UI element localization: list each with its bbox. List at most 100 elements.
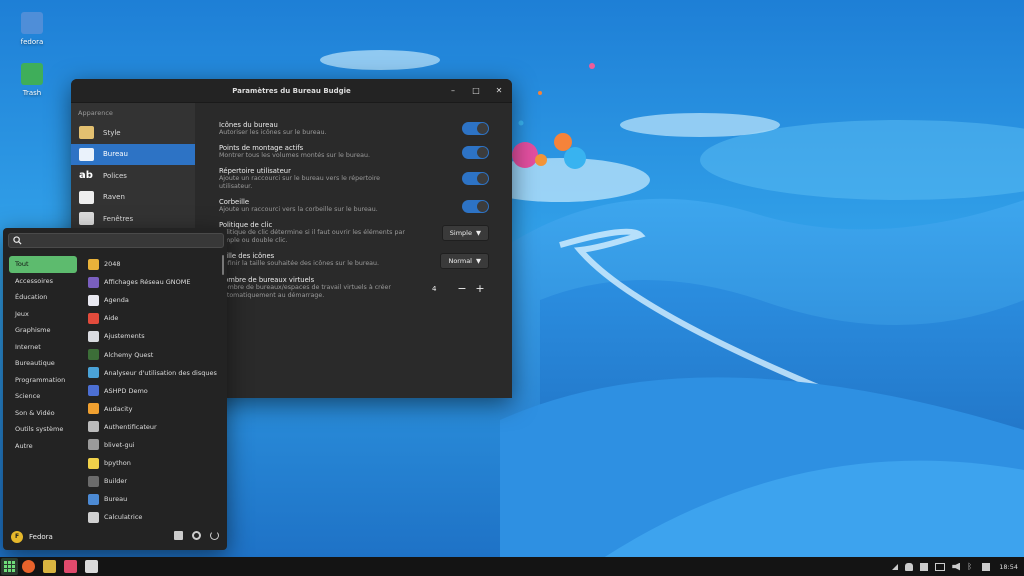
settings-icon[interactable] <box>192 531 201 540</box>
setting-icon-size: Taille des icônes Définir la taille souh… <box>219 252 489 269</box>
scrollbar[interactable] <box>222 255 224 275</box>
app-icon <box>88 294 99 306</box>
maximize-icon[interactable]: □ <box>471 86 481 96</box>
fonts-icon: ab <box>79 170 93 182</box>
home-toggle[interactable] <box>462 172 489 185</box>
app-list: 2048 Affichages Réseau GNOME Agenda Aide Aju… <box>83 255 223 526</box>
app-icon <box>88 475 99 487</box>
app-list-item[interactable]: Analyseur d'utilisation des disques <box>83 364 223 382</box>
setting-desktop-icons: Icônes du bureau Autoriser les icônes su… <box>219 121 489 137</box>
clock[interactable]: 18:54 <box>999 563 1018 571</box>
app-icon <box>88 493 99 505</box>
lock-screen-icon[interactable] <box>920 562 929 571</box>
sidebar-item-bureau[interactable]: Bureau <box>71 143 195 165</box>
minimize-icon[interactable]: – <box>448 86 458 96</box>
spinner-value[interactable]: 4 <box>426 285 453 293</box>
app-label: Alchemy Quest <box>104 350 154 359</box>
app-icon <box>88 457 99 469</box>
launcher-icons <box>22 560 98 573</box>
user-name[interactable]: Fedora <box>29 533 53 541</box>
app-list-item[interactable]: Alchemy Quest <box>83 345 223 363</box>
app-list-item[interactable]: ASHPD Demo <box>83 382 223 400</box>
increment-button[interactable]: + <box>471 282 489 295</box>
desktop-icon-trash[interactable]: Trash <box>2 63 62 97</box>
trash-icon <box>21 63 43 85</box>
app-list-item[interactable]: Aide <box>83 309 223 327</box>
category-item[interactable]: Science <box>9 388 77 405</box>
sidebar-item-label: Bureau <box>103 150 128 159</box>
setting-workspaces: Nombre de bureaux virtuels Nombre de bur… <box>219 276 489 300</box>
search-input[interactable] <box>8 233 224 248</box>
app-list-item[interactable]: Bureau <box>83 490 223 508</box>
sidebar-item-label: Polices <box>103 171 127 180</box>
sidebar-item-style[interactable]: Style <box>71 122 195 144</box>
firefox-icon[interactable] <box>22 560 35 573</box>
app-list-item[interactable]: 2048 <box>83 255 223 273</box>
category-item[interactable]: Bureautique <box>9 355 77 372</box>
software-icon[interactable] <box>64 560 77 573</box>
sidebar-item-label: Raven <box>103 193 125 202</box>
app-label: Aide <box>104 314 119 323</box>
files-icon[interactable] <box>43 560 56 573</box>
settings-app-icon[interactable] <box>85 560 98 573</box>
category-item[interactable]: Son & Vidéo <box>9 405 77 422</box>
app-label: blivet-gui <box>104 440 135 449</box>
setting-label: Corbeille <box>219 198 250 206</box>
icon-size-dropdown[interactable]: Normal ▼ <box>440 253 489 269</box>
app-menu-button[interactable] <box>1 558 18 575</box>
trash-toggle[interactable] <box>462 200 489 213</box>
battery-icon[interactable] <box>935 562 946 571</box>
lock-icon[interactable] <box>174 531 183 540</box>
decrement-button[interactable]: − <box>453 282 471 295</box>
category-list: Tout Accessoires Éducation Jeux Graphisme Int… <box>9 256 77 454</box>
app-list-item[interactable]: Ajustements <box>83 327 223 345</box>
app-icon <box>88 258 99 270</box>
setting-description: Ajoute un raccourci sur le bureau vers l… <box>219 175 381 182</box>
category-item[interactable]: Autre <box>9 438 77 455</box>
app-list-item[interactable]: bpython <box>83 454 223 472</box>
bottom-panel: ᛒ 18:54 <box>0 557 1024 576</box>
desktop-icons-toggle[interactable] <box>462 122 489 135</box>
setting-label: Répertoire utilisateur <box>219 167 291 175</box>
workspaces-spinner[interactable]: 4 − + <box>426 280 489 297</box>
app-label: 2048 <box>104 260 121 269</box>
app-icon <box>88 367 99 379</box>
notification-icon[interactable] <box>905 562 914 571</box>
avatar[interactable]: F <box>11 531 23 543</box>
app-icon <box>88 385 99 397</box>
sidebar-item-polices[interactable]: ab Polices <box>71 165 195 187</box>
window-titlebar[interactable]: Paramètres du Bureau Budgie – □ ✕ <box>71 79 512 103</box>
power-icon[interactable] <box>210 531 219 540</box>
category-item[interactable]: Graphisme <box>9 322 77 339</box>
category-item[interactable]: Accessoires <box>9 273 77 290</box>
app-list-item[interactable]: Agenda <box>83 291 223 309</box>
category-item[interactable]: Jeux <box>9 306 77 323</box>
mounts-toggle[interactable] <box>462 146 489 159</box>
app-list-item[interactable]: Authentificateur <box>83 418 223 436</box>
sidebar-item-fenetres[interactable]: Fenêtres <box>71 208 195 230</box>
category-item[interactable]: Éducation <box>9 289 77 306</box>
category-item[interactable]: Programmation <box>9 372 77 389</box>
click-policy-dropdown[interactable]: Simple ▼ <box>441 225 489 241</box>
category-item[interactable]: Outils système <box>9 421 77 438</box>
category-item[interactable]: Tout <box>9 256 77 273</box>
raven-icon <box>79 190 94 204</box>
setting-description: utilisateur. <box>219 183 253 190</box>
bluetooth-icon[interactable]: ᛒ <box>967 562 975 571</box>
desktop-icon-fedora[interactable]: fedora <box>2 12 62 46</box>
app-list-item[interactable]: blivet-gui <box>83 436 223 454</box>
close-icon[interactable]: ✕ <box>494 86 504 96</box>
app-icon <box>88 511 99 523</box>
category-item[interactable]: Internet <box>9 339 77 356</box>
app-icon <box>88 312 99 324</box>
sidebar-item-raven[interactable]: Raven <box>71 187 195 209</box>
app-list-item[interactable]: Audacity <box>83 400 223 418</box>
setting-trash: Corbeille Ajoute un raccourci vers la co… <box>219 198 489 214</box>
network-icon[interactable] <box>982 562 991 571</box>
app-list-item[interactable]: Builder <box>83 472 223 490</box>
desktop-icon-label: fedora <box>20 38 44 46</box>
volume-icon[interactable] <box>952 562 961 571</box>
app-list-item[interactable]: Affichages Réseau GNOME <box>83 273 223 291</box>
signal-icon[interactable] <box>892 563 899 570</box>
setting-description: Montrer tous les volumes montés sur le b… <box>219 152 371 159</box>
